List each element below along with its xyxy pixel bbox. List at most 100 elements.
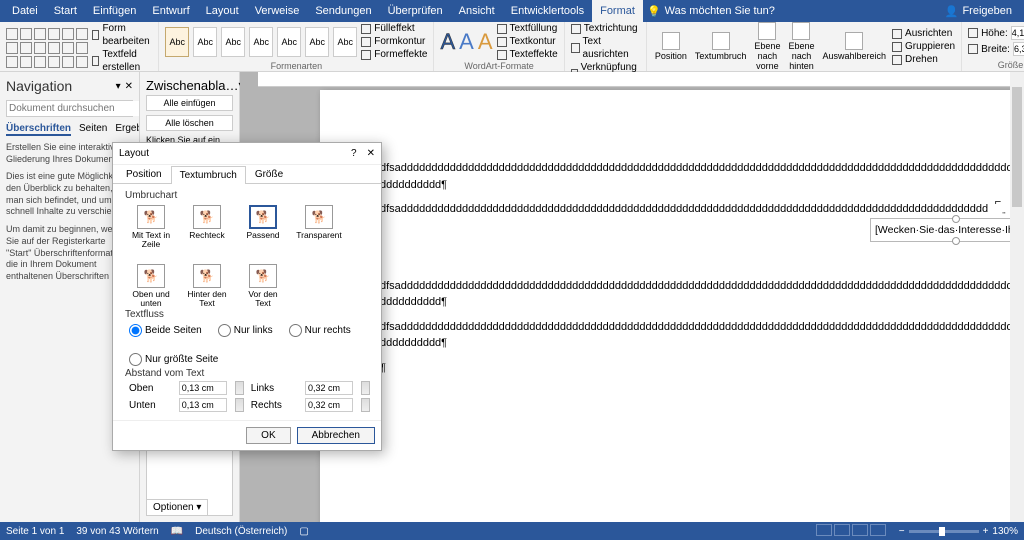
dist-top-spin[interactable] <box>235 381 244 395</box>
edit-shape-button[interactable]: Form bearbeiten <box>92 22 152 48</box>
group-button[interactable]: Gruppieren <box>892 40 955 53</box>
wordart-gallery[interactable]: AAA <box>440 29 492 55</box>
shape-style-4[interactable]: Abc <box>249 27 273 57</box>
selection-pane-button[interactable]: Auswahlbereich <box>820 32 888 61</box>
dist-left-spin[interactable] <box>361 381 370 395</box>
nav-search-input[interactable] <box>7 101 140 116</box>
status-page[interactable]: Seite 1 von 1 <box>6 526 64 537</box>
dialog-close-icon[interactable]: ✕ <box>367 148 375 159</box>
wrap-options: 🐕Mit Text in Zeile 🐕Rechteck 🐕Passend 🐕T… <box>131 205 371 307</box>
dist-bottom-spin[interactable] <box>235 398 244 412</box>
bring-forward-button[interactable]: Ebene nach vorne <box>752 22 782 71</box>
zoom-slider[interactable] <box>909 530 979 533</box>
dist-left-input[interactable] <box>305 381 353 395</box>
tab-entwurf[interactable]: Entwurf <box>144 0 197 22</box>
text-direction-button[interactable]: Textrichtung <box>571 22 640 35</box>
shape-style-3[interactable]: Abc <box>221 27 245 57</box>
textwrap-button[interactable]: Textumbruch <box>693 32 749 61</box>
text-align-button[interactable]: Text ausrichten <box>571 35 640 61</box>
wrap-front-icon: 🐕 <box>249 264 277 288</box>
text-effects-button[interactable]: Texteffekte <box>497 48 558 61</box>
shape-style-2[interactable]: Abc <box>193 27 217 57</box>
textflow-right[interactable]: Nur rechts <box>289 324 351 337</box>
paragraph[interactable]: dfsadddddddddddddddddddddddddddddddddddd… <box>380 201 1020 218</box>
nav-tab-results[interactable]: Ergebnisse <box>115 123 140 136</box>
paste-all-button[interactable]: Alle einfügen <box>146 95 233 111</box>
rotate-button[interactable]: Drehen <box>892 53 955 66</box>
create-textfield-button[interactable]: Textfeld erstellen <box>92 48 152 74</box>
shape-style-1[interactable]: Abc <box>165 27 189 57</box>
tab-ueberpruefen[interactable]: Überprüfen <box>380 0 451 22</box>
nav-tab-headings[interactable]: Überschriften <box>6 123 71 136</box>
nav-close-icon[interactable]: ✕ <box>125 81 133 92</box>
textflow-largest[interactable]: Nur größte Seite <box>129 353 218 366</box>
text-box-callout[interactable]: [Wecken·Sie·das·Interesse·Ihrer·Leser·mi… <box>870 218 1024 242</box>
zoom-in-button[interactable]: + <box>983 526 989 537</box>
height-field[interactable]: Höhe: <box>968 26 1024 40</box>
document-page[interactable]: dfsadddddddddddddddddddddddddddddddddddd… <box>320 90 1024 522</box>
clear-all-button[interactable]: Alle löschen <box>146 115 233 131</box>
view-buttons[interactable] <box>815 524 887 539</box>
clipboard-options-button[interactable]: Optionen ▾ <box>146 499 208 516</box>
paragraph[interactable]: dfsadddddddddddddddddddddddddddddddddddd… <box>380 278 1020 311</box>
shapes-gallery[interactable] <box>6 28 88 68</box>
tab-layout[interactable]: Layout <box>198 0 247 22</box>
shape-fill-button[interactable]: Fülleffekt <box>361 22 427 35</box>
zoom-value[interactable]: 130% <box>992 526 1018 537</box>
dialog-ok-button[interactable]: OK <box>246 427 290 444</box>
wrap-opt-topbottom[interactable]: 🐕Oben und unten <box>131 264 171 307</box>
dialog-cancel-button[interactable]: Abbrechen <box>297 427 375 444</box>
paragraph[interactable]: dfsadddddddddddddddddddddddddddddddddddd… <box>380 160 1020 193</box>
status-words[interactable]: 39 von 43 Wörtern <box>76 526 158 537</box>
shape-outline-button[interactable]: Formkontur <box>361 35 427 48</box>
wrap-opt-behind[interactable]: 🐕Hinter den Text <box>187 264 227 307</box>
dialog-tab-position[interactable]: Position <box>117 165 171 183</box>
zoom-out-button[interactable]: − <box>899 526 905 537</box>
position-button[interactable]: Position <box>653 32 689 61</box>
shape-style-6[interactable]: Abc <box>305 27 329 57</box>
wrap-opt-square[interactable]: 🐕Rechteck <box>187 205 227 248</box>
shape-effects-button[interactable]: Formeffekte <box>361 48 427 61</box>
nav-pin-icon[interactable]: ▾ <box>116 81 121 92</box>
align-button[interactable]: Ausrichten <box>892 27 955 40</box>
dialog-tab-textwrap[interactable]: Textumbruch <box>171 166 246 184</box>
dist-bottom-input[interactable] <box>179 398 227 412</box>
tab-einfuegen[interactable]: Einfügen <box>85 0 144 22</box>
width-field[interactable]: Breite: <box>968 42 1024 56</box>
text-fill-button[interactable]: Textfüllung <box>497 22 558 35</box>
dist-right-input[interactable] <box>305 398 353 412</box>
wrap-opt-inline[interactable]: 🐕Mit Text in Zeile <box>131 205 171 248</box>
tell-me[interactable]: 💡 Was möchten Sie tun? <box>647 5 775 18</box>
text-outline-button[interactable]: Textkontur <box>497 35 558 48</box>
dist-top-input[interactable] <box>179 381 227 395</box>
textflow-left[interactable]: Nur links <box>218 324 273 337</box>
layout-options-button[interactable]: ⌐ <box>988 192 1008 212</box>
dialog-tab-size[interactable]: Größe <box>246 165 292 183</box>
dist-right-spin[interactable] <box>361 398 370 412</box>
shape-style-7[interactable]: Abc <box>333 27 357 57</box>
wrap-opt-tight[interactable]: 🐕Passend <box>243 205 283 248</box>
shape-style-5[interactable]: Abc <box>277 27 301 57</box>
wrap-opt-front[interactable]: 🐕Vor den Text <box>243 264 283 307</box>
share-button[interactable]: 👤 Freigeben <box>937 5 1020 18</box>
tab-ansicht[interactable]: Ansicht <box>451 0 503 22</box>
status-macro-icon[interactable]: ▢ <box>299 526 308 537</box>
tab-entwicklertools[interactable]: Entwicklertools <box>503 0 592 22</box>
tab-start[interactable]: Start <box>46 0 85 22</box>
send-backward-button[interactable]: Ebene nach hinten <box>786 22 816 71</box>
paragraph[interactable]: ¶ <box>380 360 1020 377</box>
wrap-opt-through[interactable]: 🐕Transparent <box>299 205 339 248</box>
tab-datei[interactable]: Datei <box>4 0 46 22</box>
paragraph[interactable]: dfsadddddddddddddddddddddddddddddddddddd… <box>380 319 1020 352</box>
dialog-help-icon[interactable]: ? <box>351 148 357 159</box>
status-spellcheck-icon[interactable]: 📖 <box>171 526 183 537</box>
nav-search[interactable]: 🔍 ▾ <box>6 100 133 117</box>
tab-sendungen[interactable]: Sendungen <box>307 0 379 22</box>
horizontal-ruler[interactable] <box>258 72 1024 87</box>
tab-format[interactable]: Format <box>592 0 643 22</box>
textflow-both[interactable]: Beide Seiten <box>129 324 202 337</box>
status-language[interactable]: Deutsch (Österreich) <box>195 526 287 537</box>
vertical-scrollbar[interactable] <box>1010 72 1024 522</box>
nav-tab-pages[interactable]: Seiten <box>79 123 107 136</box>
tab-verweise[interactable]: Verweise <box>247 0 308 22</box>
